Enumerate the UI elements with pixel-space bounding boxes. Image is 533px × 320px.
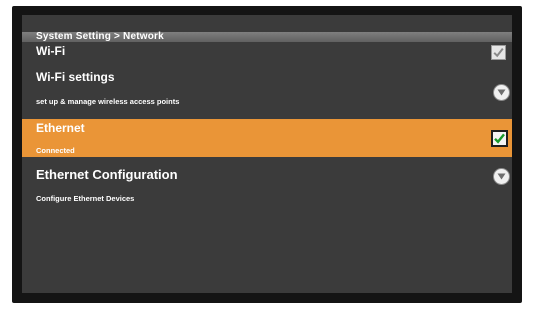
- ethernet-checkbox[interactable]: [491, 130, 508, 147]
- chevron-down-icon: [497, 89, 506, 96]
- wifi-settings-expand-button[interactable]: [493, 84, 510, 101]
- ethernet-config-label: Ethernet Configuration: [36, 167, 178, 182]
- ethernet-label: Ethernet: [36, 121, 85, 135]
- checkmark-icon: [493, 47, 504, 58]
- wifi-checkbox[interactable]: [491, 45, 506, 60]
- wifi-settings-description: set up & manage wireless access points: [36, 97, 180, 106]
- display-bezel: System Setting > Network Wi-Fi Wi-Fi set…: [12, 6, 522, 303]
- wifi-settings-label: Wi-Fi settings: [36, 70, 115, 84]
- breadcrumb-title: System Setting > Network: [22, 32, 512, 42]
- settings-screen: System Setting > Network Wi-Fi Wi-Fi set…: [22, 15, 512, 293]
- chevron-down-icon: [497, 173, 506, 180]
- checkmark-icon: [494, 133, 505, 144]
- ethernet-config-expand-button[interactable]: [493, 168, 510, 185]
- wifi-label: Wi-Fi: [36, 44, 66, 58]
- ethernet-config-description: Configure Ethernet Devices: [36, 194, 135, 203]
- ethernet-row[interactable]: [22, 119, 512, 157]
- ethernet-status: Connected: [36, 146, 75, 155]
